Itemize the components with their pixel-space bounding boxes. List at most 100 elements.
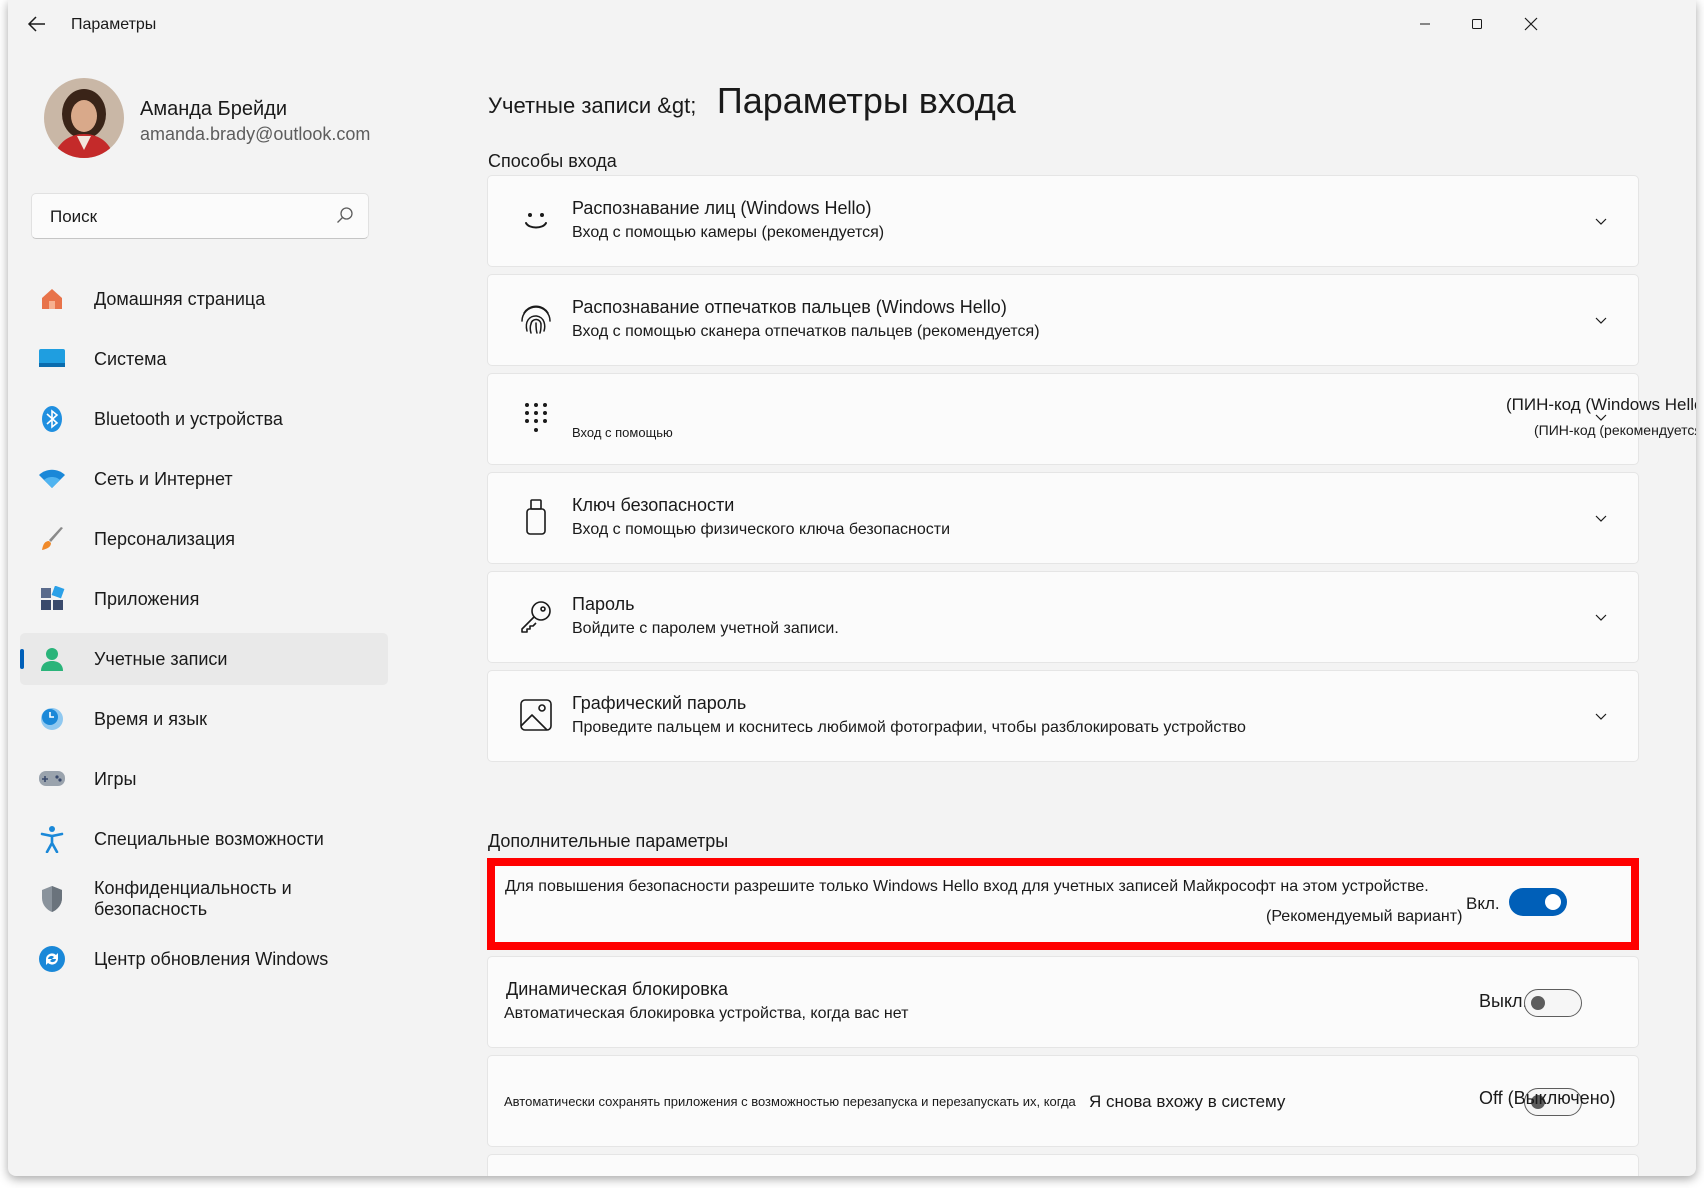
main-content: Учетные записи &gt; Параметры входа Спос… [478, 48, 1696, 1176]
sidebar: Аманда Брейди amanda.brady@outlook.com П… [8, 48, 428, 1176]
windows-hello-only-toggle[interactable] [1509, 888, 1567, 916]
back-arrow-icon [27, 16, 45, 32]
update-icon [38, 945, 66, 973]
toggle-knob [1531, 996, 1545, 1010]
nav-item-gaming[interactable]: Игры [20, 753, 388, 805]
nav-item-personalization[interactable]: Персонализация [20, 513, 388, 565]
search-input[interactable]: Поиск [31, 193, 369, 239]
chevron-down-icon [1595, 515, 1607, 522]
accessibility-icon [38, 825, 66, 853]
setting-desc: Для повышения безопасности разрешите тол… [505, 878, 1429, 895]
card-title: Графический пароль [572, 693, 747, 713]
signin-method-pin[interactable]: Вход с помощью (ПИН-код (Windows Hello (… [487, 373, 1696, 465]
card-desc: Вход с помощью [572, 425, 673, 440]
apps-icon [38, 585, 66, 613]
user-name: Аманда Брейди [140, 98, 287, 120]
nav-label: Учетные записи [94, 648, 228, 669]
chevron-down-icon [1595, 414, 1607, 421]
nav-item-system[interactable]: Система [20, 333, 388, 385]
toggle-knob [1545, 894, 1561, 910]
signin-method-password[interactable]: Пароль Войдите с паролем учетной записи. [487, 571, 1639, 663]
chevron-down-icon [1595, 317, 1607, 324]
title-bar: Параметры [8, 0, 1696, 48]
card-desc-secondary: Я снова вхожу в систему [1089, 1092, 1286, 1111]
usb-key-icon [516, 497, 556, 537]
maximize-icon [1472, 19, 1482, 29]
card-desc: Автоматически сохранять приложения с воз… [504, 1094, 1076, 1109]
maximize-button[interactable] [1463, 10, 1491, 38]
close-icon [1524, 17, 1538, 31]
card-title: Распознавание лиц (Windows Hello) [572, 198, 872, 218]
chevron-down-icon [1595, 614, 1607, 621]
nav-item-network[interactable]: Сеть и Интернет [20, 453, 388, 505]
breadcrumb-parent[interactable]: Учетные записи &gt; [488, 93, 696, 118]
section-title-additional: Дополнительные параметры [488, 831, 729, 851]
setting-windows-hello-only: Для повышения безопасности разрешите тол… [487, 858, 1639, 950]
monitor-icon [38, 345, 66, 373]
nav-item-accessibility[interactable]: Специальные возможности [20, 813, 388, 865]
signin-method-fingerprint[interactable]: Распознавание отпечатков пальцев (Window… [487, 274, 1639, 366]
fingerprint-icon [516, 299, 556, 339]
section-title-signin: Способы входа [488, 151, 617, 171]
face-icon [516, 200, 556, 240]
avatar[interactable] [44, 78, 124, 158]
picture-icon [516, 695, 556, 735]
nav-item-time-language[interactable]: Время и язык [20, 693, 388, 745]
close-button[interactable] [1517, 10, 1545, 38]
user-email: amanda.brady@outlook.com [140, 124, 371, 144]
search-icon [337, 207, 353, 223]
key-icon [516, 596, 556, 636]
brush-icon [38, 525, 66, 553]
nav-label: Специальные возможности [94, 828, 324, 849]
nav-item-bluetooth[interactable]: Bluetooth и устройства [20, 393, 388, 445]
chevron-down-icon [1595, 713, 1607, 720]
nav-label: Домашняя страница [94, 288, 266, 309]
breadcrumb: Учетные записи &gt; Параметры входа [488, 80, 1016, 122]
signin-method-face[interactable]: Распознавание лиц (Windows Hello) Вход с… [487, 175, 1639, 267]
card-desc: Вход с помощью сканера отпечатков пальце… [572, 323, 1040, 340]
card-title: Ключ безопасности [572, 495, 735, 515]
setting-dynamic-lock[interactable]: Динамическая блокировка Автоматическая б… [487, 956, 1639, 1048]
signin-method-picture-password[interactable]: Графический пароль Проведите пальцем и к… [487, 670, 1639, 762]
user-photo-icon [44, 78, 124, 158]
nav-label: Bluetooth и устройства [94, 408, 283, 429]
nav-label: Конфиденциальность и безопасность [94, 878, 292, 919]
card-title: Распознавание отпечатков пальцев (Window… [572, 297, 1007, 317]
nav-label: Приложения [94, 588, 200, 609]
card-desc: Автоматическая блокировка устройства, ко… [504, 1005, 909, 1022]
toggle-state-label: Вкл. [1466, 894, 1500, 913]
wifi-icon [38, 465, 66, 493]
nav-item-privacy[interactable]: Конфиденциальность и безопасность [20, 873, 388, 925]
back-button[interactable] [25, 12, 49, 36]
signin-method-security-key[interactable]: Ключ безопасности Вход с помощью физичес… [487, 472, 1639, 564]
bluetooth-icon [38, 405, 66, 433]
minimize-icon [1420, 23, 1430, 25]
setting-recommended: (Рекомендуемый вариант) [1266, 908, 1463, 925]
active-indicator [20, 649, 24, 669]
dynamic-lock-toggle[interactable] [1524, 989, 1582, 1017]
toggle-state-label: Off (Выключено) [1479, 1088, 1616, 1108]
pin-keypad-icon [516, 398, 556, 438]
minimize-button[interactable] [1411, 10, 1439, 38]
nav-label: Сеть и Интернет [94, 468, 233, 489]
chevron-down-icon [1595, 218, 1607, 225]
card-desc: Вход с помощью камеры (рекомендуется) [572, 224, 885, 241]
toggle-state-label: Выкл. [1479, 991, 1528, 1011]
setting-next[interactable] [487, 1154, 1639, 1176]
window-title: Параметры [71, 16, 157, 33]
card-title: Динамическая блокировка [506, 979, 729, 999]
account-icon [38, 645, 66, 673]
page-title: Параметры входа [716, 80, 1016, 121]
nav-item-home[interactable]: Домашняя страница [20, 273, 388, 325]
card-desc: Войдите с паролем учетной записи. [572, 620, 839, 637]
gamepad-icon [38, 765, 66, 793]
card-title: Пароль [572, 594, 635, 614]
nav-list: Домашняя страница Система Bluetooth и ус… [20, 273, 388, 993]
setting-restart-apps[interactable]: Автоматически сохранять приложения с воз… [487, 1055, 1639, 1147]
clock-globe-icon [38, 705, 66, 733]
nav-label: Система [94, 348, 167, 369]
nav-item-accounts[interactable]: Учетные записи [20, 633, 388, 685]
card-desc-secondary: (ПИН-код (рекомендуется [1534, 422, 1696, 438]
nav-item-windows-update[interactable]: Центр обновления Windows [20, 933, 388, 985]
nav-item-apps[interactable]: Приложения [20, 573, 388, 625]
